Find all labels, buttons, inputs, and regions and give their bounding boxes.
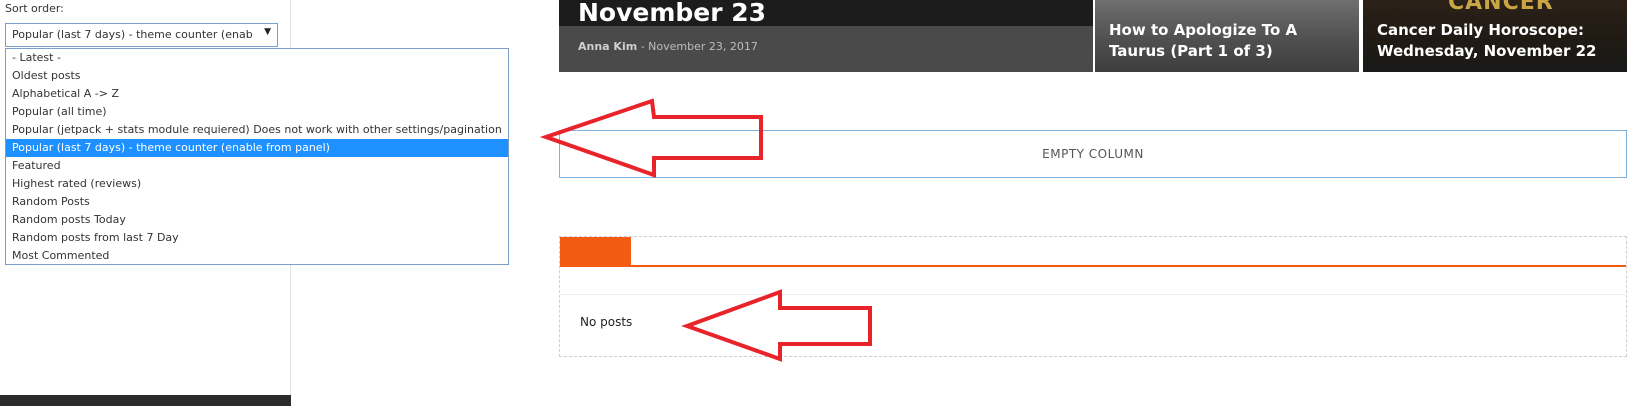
arrow-left-icon [681, 289, 872, 362]
arrow-left-icon [539, 98, 763, 178]
annotation-arrows [539, 98, 872, 362]
